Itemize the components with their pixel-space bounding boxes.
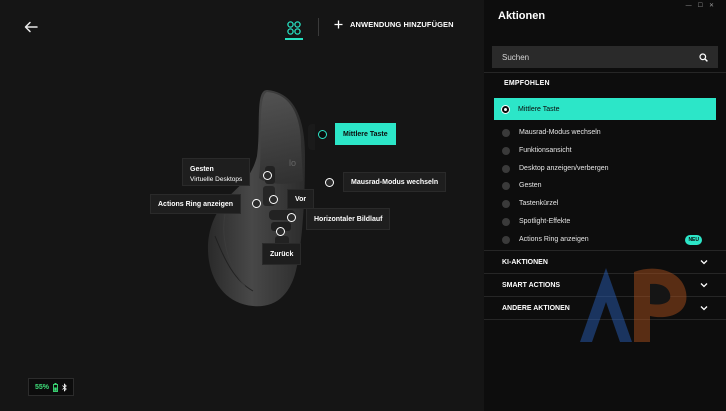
- callout-horizontal-scroll[interactable]: Horizontaler Bildlauf: [306, 208, 391, 230]
- callout-horizontal-scroll-label: Horizontaler Bildlauf: [314, 215, 383, 223]
- search-box[interactable]: [492, 46, 718, 68]
- callout-back-label: Zurück: [270, 250, 294, 258]
- radio-icon: [502, 146, 510, 155]
- back-arrow-icon[interactable]: [22, 18, 40, 36]
- radio-selected-icon: [502, 105, 509, 113]
- section-label: ANDERE AKTIONEN: [502, 304, 570, 312]
- maximize-icon[interactable]: ☐: [698, 3, 709, 9]
- callout-gestures[interactable]: Gesten Virtuelle Desktops: [182, 158, 251, 186]
- radio-icon: [502, 164, 510, 173]
- action-item-gestures[interactable]: Gesten: [494, 177, 716, 194]
- callout-middle-button[interactable]: Mittlere Taste: [335, 123, 396, 145]
- add-application-label: ANWENDUNG HINZUFÜGEN: [350, 20, 454, 29]
- action-item-shortcut[interactable]: Tastenkürzel: [494, 195, 716, 212]
- node-gestures[interactable]: [263, 171, 272, 180]
- section-label: KI-AKTIONEN: [502, 258, 548, 266]
- action-item-label: Mittlere Taste: [518, 105, 560, 113]
- action-item-label: Tastenkürzel: [519, 200, 559, 207]
- callout-gestures-title: Gesten: [190, 166, 214, 173]
- action-item-label: Mausrad-Modus wechseln: [519, 129, 601, 136]
- action-item-label: Funktionsansicht: [519, 147, 572, 154]
- battery-indicator: 55%: [28, 378, 74, 396]
- callout-forward-label: Vor: [295, 195, 307, 203]
- callout-forward[interactable]: Vor: [287, 189, 315, 209]
- search-input[interactable]: [502, 52, 682, 62]
- action-item-label: Actions Ring anzeigen: [519, 236, 589, 243]
- header-divider: [318, 18, 319, 36]
- action-item-middle-button[interactable]: Mittlere Taste: [494, 98, 716, 120]
- callout-middle-button-label: Mittlere Taste: [343, 130, 388, 138]
- new-badge: NEU: [685, 235, 702, 245]
- action-item-label: Spotlight-Effekte: [519, 218, 571, 225]
- active-tab-indicator: [285, 38, 303, 40]
- callout-gestures-subtitle: Virtuelle Desktops: [190, 176, 243, 183]
- battery-level: 55%: [34, 383, 49, 391]
- callout-actions-ring[interactable]: Actions Ring anzeigen: [150, 194, 242, 214]
- radio-icon: [502, 128, 510, 137]
- buttons-grid-icon[interactable]: [286, 20, 302, 36]
- node-actions-ring[interactable]: [252, 199, 261, 208]
- callout-back[interactable]: Zurück: [262, 243, 302, 265]
- action-item-actions-ring[interactable]: Actions Ring anzeigen NEU: [494, 231, 716, 248]
- watermark-logo: [580, 268, 687, 342]
- plus-icon: [334, 20, 343, 29]
- node-back[interactable]: [276, 227, 285, 236]
- node-horizontal-scroll[interactable]: [287, 213, 296, 222]
- action-item-show-desktop[interactable]: Desktop anzeigen/verbergen: [494, 160, 716, 177]
- search-icon[interactable]: [699, 52, 708, 62]
- close-icon[interactable]: ✕: [709, 3, 720, 9]
- node-wheel-mode[interactable]: [325, 178, 334, 187]
- callout-actions-ring-label: Actions Ring anzeigen: [158, 200, 234, 208]
- radio-icon: [502, 181, 510, 190]
- action-item-label: Desktop anzeigen/verbergen: [519, 165, 609, 172]
- device-view: ANWENDUNG HINZUFÜGEN lo Mittlere Taste G…: [0, 0, 484, 411]
- radio-icon: [502, 217, 510, 226]
- callout-wheel-mode-label: Mausrad-Modus wechseln: [351, 178, 439, 186]
- radio-icon: [502, 199, 510, 208]
- radio-icon: [502, 235, 510, 244]
- action-item-task-view[interactable]: Funktionsansicht: [494, 142, 716, 159]
- section-label: SMART ACTIONS: [502, 281, 561, 289]
- node-middle-button[interactable]: [318, 130, 327, 139]
- battery-icon: [53, 382, 58, 392]
- minimize-icon[interactable]: —: [686, 3, 698, 9]
- panel-title: Aktionen: [498, 10, 546, 22]
- action-item-wheel-mode[interactable]: Mausrad-Modus wechseln: [494, 124, 716, 141]
- bluetooth-icon: [62, 382, 67, 392]
- add-application-button[interactable]: ANWENDUNG HINZUFÜGEN: [334, 20, 454, 29]
- node-forward[interactable]: [269, 195, 278, 204]
- callout-wheel-mode[interactable]: Mausrad-Modus wechseln: [343, 172, 447, 192]
- action-item-spotlight[interactable]: Spotlight-Effekte: [494, 213, 716, 230]
- action-item-label: Gesten: [519, 182, 542, 189]
- recommended-heading: EMPFOHLEN: [504, 80, 550, 87]
- separator: [484, 72, 726, 73]
- window-controls[interactable]: —☐✕: [686, 2, 720, 9]
- svg-text:lo: lo: [289, 158, 296, 168]
